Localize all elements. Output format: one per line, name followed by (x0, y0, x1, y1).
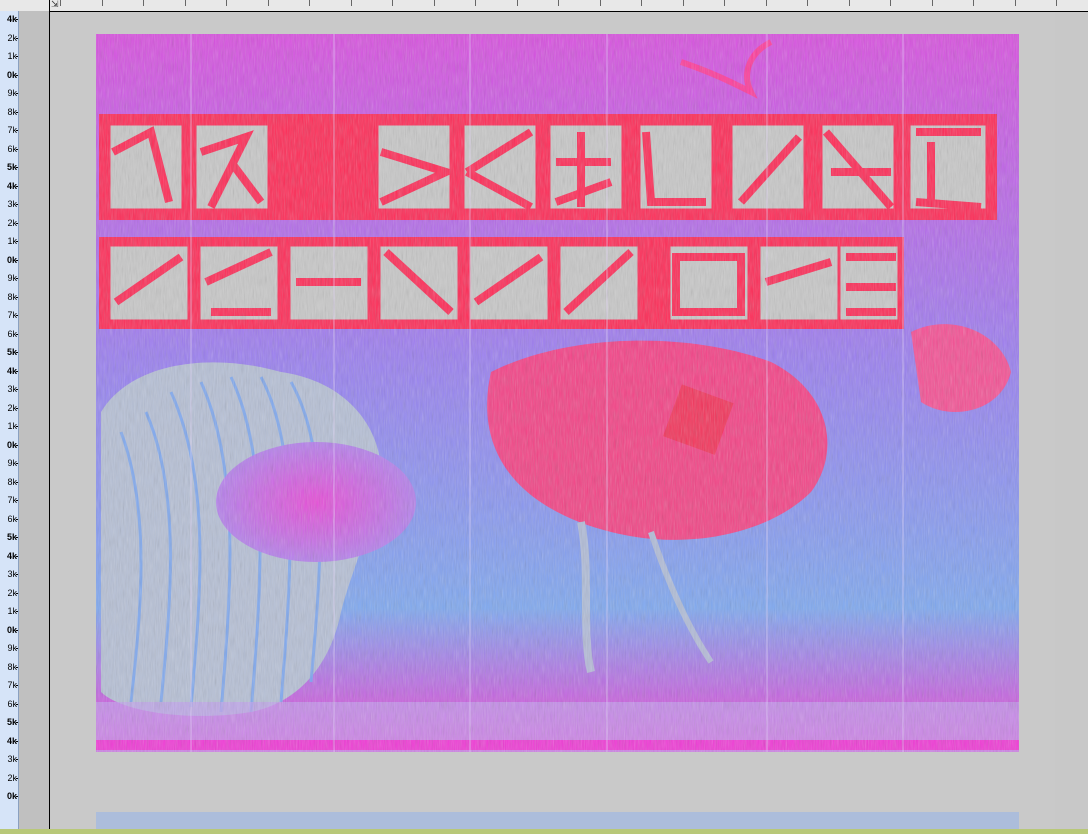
freq-tick-label: 8k (7, 476, 18, 487)
freq-tick-label: 0k (6, 791, 18, 801)
time-tick (60, 0, 61, 6)
time-tick (807, 0, 808, 6)
track-gutter[interactable] (19, 11, 50, 829)
time-ruler[interactable] (0, 0, 1088, 12)
time-tick (724, 0, 725, 6)
freq-tick-label: 5k (6, 532, 18, 542)
freq-tick-label: 2k (7, 402, 18, 413)
freq-tick-label: 3k (7, 199, 18, 209)
freq-tick-label: 4k (6, 365, 18, 376)
freq-tick-label: 0k (6, 439, 18, 450)
freq-tick-label: 7k (7, 680, 18, 690)
freq-tick-label: 3k (7, 754, 18, 764)
time-tick (600, 0, 601, 6)
spectrogram-track[interactable] (51, 12, 1055, 829)
freq-tick-label: 0k (6, 69, 18, 80)
freq-tick-label: 4k (6, 735, 18, 746)
freq-tick-label: 4k (6, 14, 18, 24)
time-tick (641, 0, 642, 6)
track-right-margin (1055, 12, 1088, 829)
freq-tick-label: 1k (7, 606, 18, 616)
freq-tick-label: 2k (7, 32, 18, 43)
freq-tick-label: 6k (7, 698, 18, 709)
time-tick (1015, 0, 1016, 6)
time-tick (226, 0, 227, 6)
freq-tick-label: 2k (7, 587, 18, 598)
freq-tick-label: 5k (6, 347, 18, 357)
time-tick (309, 0, 310, 6)
bottom-border (0, 829, 1088, 834)
time-tick (102, 0, 103, 6)
time-tick (268, 0, 269, 6)
time-tick (973, 0, 974, 6)
freq-tick-label: 2k (7, 772, 18, 783)
frequency-ruler: 4k 2k 1k 0k 9k 8k 7k 6k 5k 4k 3k 2k 1k 0k 9k 8k 7k 6k 5k 4k… (0, 11, 19, 829)
time-tick (558, 0, 559, 6)
freq-tick-label: 8k (7, 106, 18, 117)
freq-tick-label: 1k (7, 421, 18, 431)
freq-tick-label: 2k (7, 217, 18, 228)
time-tick (1056, 0, 1057, 6)
time-tick (392, 0, 393, 6)
freq-tick-label: 7k (7, 310, 18, 320)
time-tick (849, 0, 850, 6)
freq-tick-label: 1k (7, 236, 18, 246)
freq-tick-label: 3k (7, 569, 18, 579)
freq-tick-label: 8k (7, 291, 18, 302)
freq-tick-label: 7k (7, 125, 18, 135)
freq-tick-label: 7k (7, 495, 18, 505)
time-tick (143, 0, 144, 6)
freq-tick-label: 4k (6, 180, 18, 191)
time-tick (434, 0, 435, 6)
freq-tick-label: 8k (7, 661, 18, 672)
freq-tick-label: 5k (6, 717, 18, 727)
time-tick (932, 0, 933, 6)
freq-tick-label: 4k (6, 550, 18, 561)
playhead-marker[interactable] (49, 0, 50, 11)
freq-tick-label: 9k (7, 273, 18, 283)
spectrogram-image (96, 34, 1019, 829)
time-tick (185, 0, 186, 6)
time-tick (475, 0, 476, 6)
freq-tick-label: 9k (7, 643, 18, 653)
time-tick (766, 0, 767, 6)
freq-tick-label: 0k (6, 254, 18, 265)
freq-tick-label: 9k (7, 88, 18, 98)
time-tick (517, 0, 518, 6)
freq-tick-label: 1k (7, 51, 18, 61)
freq-tick-label: 0k (6, 624, 18, 635)
freq-tick-label: 6k (7, 143, 18, 154)
cursor-icon: ⇲ (51, 0, 59, 9)
time-tick (683, 0, 684, 6)
freq-tick-label: 6k (7, 328, 18, 339)
time-tick (351, 0, 352, 6)
time-tick (890, 0, 891, 6)
freq-tick-label: 5k (6, 162, 18, 172)
freq-tick-label: 9k (7, 458, 18, 468)
freq-tick-label: 6k (7, 513, 18, 524)
freq-tick-label: 3k (7, 384, 18, 394)
